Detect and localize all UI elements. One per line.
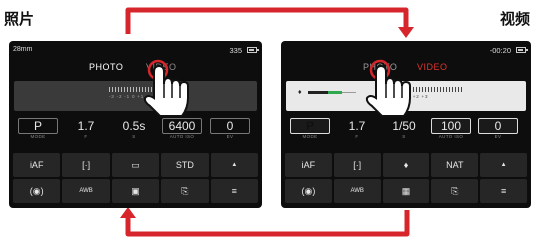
file-format-icon[interactable]: ▣ [111, 179, 160, 203]
param-ev[interactable]: 0 EV [474, 118, 522, 144]
video-label: 视频 [499, 10, 530, 28]
microphone-icon[interactable]: ♦ [382, 153, 430, 177]
param-aperture[interactable]: 1.7 F [62, 118, 110, 144]
param-iso[interactable]: 6400 AUTO ISO [158, 118, 206, 144]
shots-remaining: 335 [229, 46, 242, 55]
photo-mode-screen: 28mm 335 PHOTO VIDEO -3 -2 -1 0 +1 +2 +3… [9, 41, 262, 208]
battery-icon [247, 47, 259, 53]
tap-hand-icon [365, 59, 411, 117]
arrow-bottom [125, 210, 410, 237]
exposure-params: P MODE 1.7 F 0.5s S 6400 AUTO ISO 0 EV [14, 118, 257, 144]
video-style-button[interactable]: NAT [431, 153, 479, 177]
arrow-top-head [398, 27, 414, 38]
focus-field-icon[interactable]: [·] [62, 153, 110, 177]
exposure-scale-panel: -3 -2 -1 0 +1 +2 +3 [14, 81, 257, 111]
mode-switch[interactable]: PHOTO VIDEO [9, 62, 262, 76]
metering-icon[interactable]: (◉) [13, 179, 61, 203]
focal-length: 28mm [13, 46, 33, 53]
battery-icon [516, 47, 528, 53]
white-balance-icon[interactable]: AWB [333, 179, 381, 203]
user-profile-icon[interactable]: ▲ [210, 153, 258, 177]
user-profile-icon[interactable]: ▲ [480, 153, 527, 177]
menu-icon[interactable]: ≡ [210, 179, 258, 203]
status-bar: 28mm 335 [9, 43, 262, 57]
video-format-icon[interactable]: ▦ [382, 179, 430, 203]
param-iso[interactable]: 100 AUTO ISO [427, 118, 475, 144]
white-balance-icon[interactable]: AWB [62, 179, 110, 203]
exposure-params: P MODE 1.7 F 1/50 S 100 AUTO ISO 0 EV [286, 118, 526, 144]
tap-hand-icon [143, 59, 189, 117]
mode-video[interactable]: VIDEO [417, 62, 448, 72]
quick-menu-grid: iAF [·] ▭ STD ▲ (◉) AWB ▣ ⎘ ≡ [13, 153, 258, 203]
playback-icon[interactable]: ⎘ [431, 179, 479, 203]
photo-label: 照片 [4, 10, 35, 28]
arrow-bottom-head [120, 207, 136, 218]
af-mode-button[interactable]: iAF [13, 153, 61, 177]
param-shutter[interactable]: 0.5s S [110, 118, 158, 144]
param-shutter[interactable]: 1/50 S [380, 118, 428, 144]
microphone-icon: ♦ [298, 89, 302, 96]
menu-icon[interactable]: ≡ [480, 179, 527, 203]
quick-menu-grid: iAF [·] ♦ NAT ▲ (◉) AWB ▦ ⎘ ≡ [285, 153, 527, 203]
arrow-top [125, 7, 409, 34]
playback-icon[interactable]: ⎘ [161, 179, 209, 203]
status-bar: -00:20 [281, 43, 531, 57]
film-style-button[interactable]: STD [161, 153, 209, 177]
param-mode[interactable]: P MODE [286, 118, 334, 144]
focus-field-icon[interactable]: [·] [333, 153, 381, 177]
audio-level-meter: ♦ [298, 89, 358, 96]
metering-icon[interactable]: (◉) [285, 179, 332, 203]
mode-photo[interactable]: PHOTO [89, 62, 123, 72]
af-mode-button[interactable]: iAF [285, 153, 332, 177]
param-mode[interactable]: P MODE [14, 118, 62, 144]
recording-time: -00:20 [489, 46, 511, 55]
param-ev[interactable]: 0 EV [206, 118, 254, 144]
drive-mode-icon[interactable]: ▭ [111, 153, 160, 177]
param-aperture[interactable]: 1.7 F [333, 118, 381, 144]
